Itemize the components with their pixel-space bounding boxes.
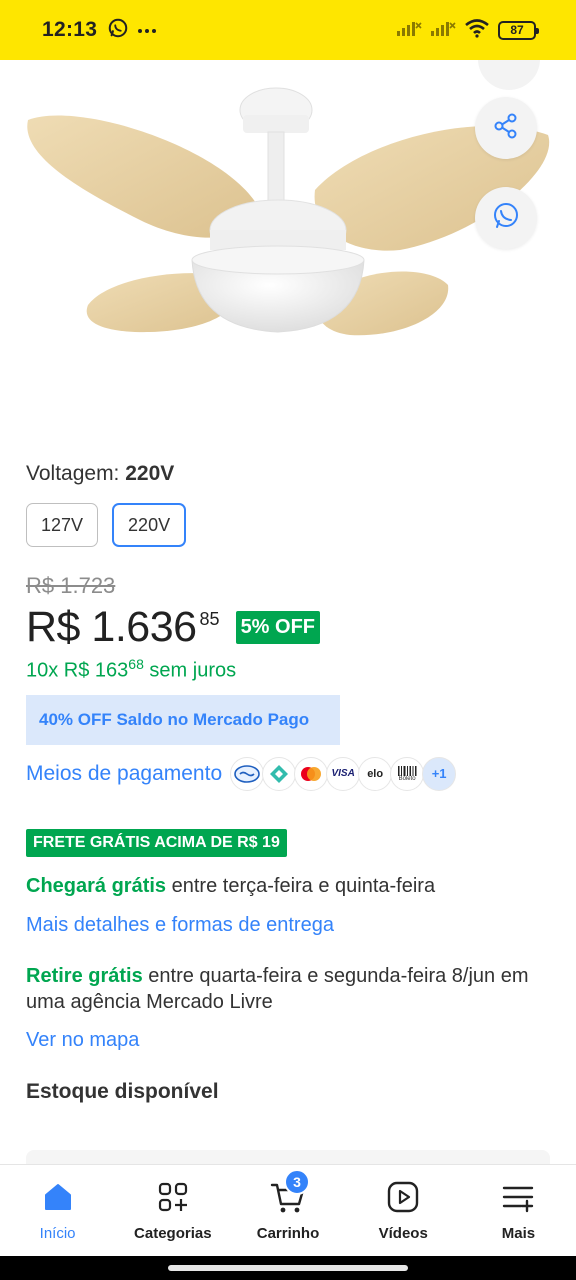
product-image[interactable] [0,60,576,440]
status-bar: 12:13 87 [0,0,576,60]
mastercard-icon [294,756,329,791]
whatsapp-icon [490,200,522,237]
battery-icon: 87 [498,20,539,40]
whatsapp-share-button[interactable] [475,187,537,249]
nav-item-more[interactable]: Mais [461,1165,576,1256]
home-icon [40,1179,76,1215]
share-button[interactable] [475,97,537,159]
nav-item-videos[interactable]: Vídeos [346,1165,461,1256]
nav-label-home: Início [39,1225,76,1242]
pickup-info: Retire grátis entre quarta-feira e segun… [26,963,550,1015]
categories-icon [155,1179,191,1215]
installments-suffix: sem juros [143,659,237,682]
elo-icon: elo [358,756,393,791]
installments-info: 10x R$ 16368 sem juros [26,656,550,683]
nav-label-more: Mais [501,1225,536,1242]
play-video-icon [385,1179,421,1215]
original-price: R$ 1.723 [26,573,116,598]
signal-icon [396,19,422,42]
boleto-label: Boleto [398,775,416,782]
current-price-cents: 85 [199,609,220,629]
share-icon [492,112,520,145]
variant-option-127v[interactable]: 127V [26,503,99,547]
shipping-details-link[interactable]: Mais detalhes e formas de entrega [26,914,550,937]
nav-item-cart[interactable]: 3 Carrinho [230,1165,345,1256]
see-map-link[interactable]: Ver no mapa [26,1029,550,1052]
pix-icon [262,756,297,791]
stock-title: Estoque disponível [26,1079,219,1103]
payment-methods-row: Meios de pagamento VISA elo Boleto +1 [26,756,550,791]
wifi-icon [464,18,490,43]
arrival-rest: entre terça-feira e quinta-feira [166,874,436,897]
installments-amount: 10x R$ 163 [26,659,129,682]
nav-item-categories[interactable]: Categorias [115,1165,230,1256]
home-gesture-bar[interactable] [168,1265,408,1271]
more-menu-icon [500,1179,536,1215]
boleto-icon: Boleto [390,756,425,791]
mercado-pago-icon [230,756,265,791]
signal-icon-2 [430,19,456,42]
nav-label-categories: Categorias [134,1225,212,1242]
variant-label: Voltagem: 220V [26,462,550,498]
nav-label-videos: Vídeos [378,1225,428,1242]
more-notifications-icon [137,21,157,39]
mercado-pago-promo-banner[interactable]: 40% OFF Saldo no Mercado Pago [26,694,340,745]
product-details: Voltagem: 220V 127V 220V R$ 1.723 R$ 1.6… [26,462,550,1104]
variant-selected-value: 220V [125,462,175,485]
price-row: R$ 1.636 85 5% OFF [26,603,550,652]
more-payment-methods-badge: +1 [422,756,457,791]
payment-methods-link[interactable]: Meios de pagamento [26,762,222,786]
current-price: R$ 1.636 [26,603,197,651]
variant-option-220v[interactable]: 220V [112,503,187,547]
discount-badge: 5% OFF [235,611,321,644]
visa-icon: VISA [326,756,361,791]
arrival-strong: Chegará grátis [26,874,167,897]
free-shipping-badge: FRETE GRÁTIS ACIMA DE R$ 19 [26,828,287,857]
nav-label-cart: Carrinho [256,1225,320,1242]
variant-options: 127V 220V [26,503,550,547]
pickup-strong: Retire grátis [26,964,143,987]
whatsapp-notification-icon [107,17,129,44]
status-time: 12:13 [42,18,98,41]
nav-item-home[interactable]: Início [0,1165,115,1256]
arrival-info: Chegará grátis entre terça-feira e quint… [26,875,550,898]
bottom-navigation: Início Categorias 3 Carrinho Vídeos Mais [0,1164,576,1256]
payment-icons[interactable]: VISA elo Boleto +1 [230,756,457,791]
variant-name: Voltagem: [26,462,120,485]
installments-cents: 68 [128,656,144,672]
cart-count-badge: 3 [284,1169,310,1195]
